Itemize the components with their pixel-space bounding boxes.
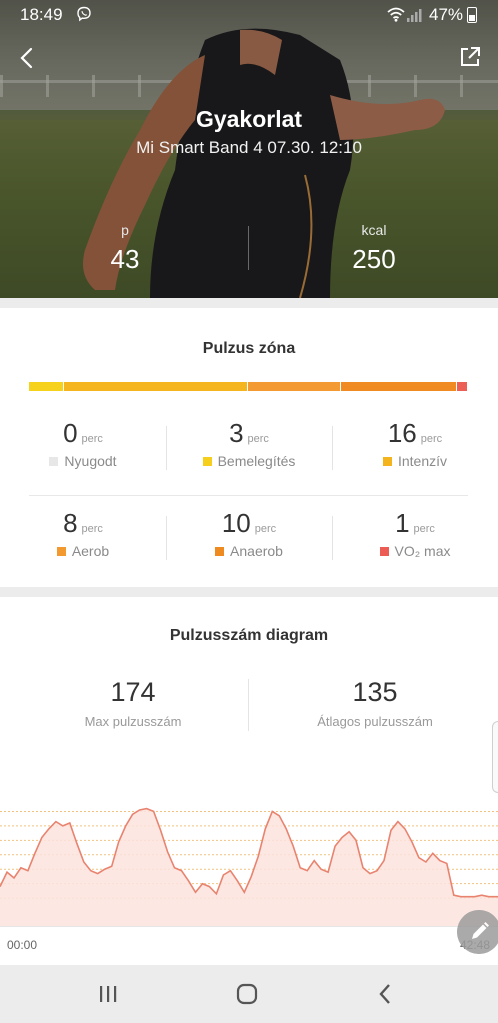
wifi-icon	[387, 7, 405, 22]
pulse-chart-plot	[0, 807, 498, 927]
chart-start-time: 00:00	[7, 938, 38, 952]
zone-name: Anaerob	[230, 543, 283, 559]
hero-stat-divider	[248, 226, 249, 270]
hero-stat-duration: p 43	[45, 222, 205, 275]
activity-detail-screen: 18:49 47% Gyakorlat Mi Smart Band 4 07.3…	[0, 0, 498, 1023]
home-icon[interactable]	[232, 979, 262, 1009]
zone-minutes: 16	[387, 418, 417, 448]
viber-icon	[77, 6, 91, 22]
zone-unit: perc	[81, 523, 103, 535]
scroll-handle[interactable]	[492, 721, 498, 793]
workout-title: Gyakorlat	[195, 106, 303, 132]
heart-zone-card: Pulzus zóna 0 perc Nyugodt 3 perc Bemelegí…	[0, 308, 498, 587]
zone-name: VO₂ max	[394, 543, 451, 559]
zone-unit: perc	[413, 523, 435, 535]
zone-bar-segment	[29, 382, 64, 391]
pulse-chart-title: Pulzusszám diagram	[169, 627, 329, 644]
hero-stat-value: 43	[110, 244, 140, 274]
zone-unit: perc	[420, 433, 443, 445]
back-arrow-icon[interactable]	[14, 44, 42, 72]
hero-stat-label: kcal	[361, 222, 387, 238]
zone-color-swatch	[215, 547, 225, 556]
zone-aerobic: 8 perc Aerob	[0, 508, 166, 559]
zone-name: Nyugodt	[64, 453, 117, 469]
zone-color-swatch	[382, 457, 392, 466]
pulse-stat-divider	[248, 679, 249, 731]
battery-icon	[467, 7, 477, 23]
pencil-icon[interactable]	[457, 910, 498, 954]
zone-intensive: 16 perc Intenzív	[332, 418, 498, 469]
heart-zone-title: Pulzus zóna	[202, 340, 296, 357]
zone-row: 0 perc Nyugodt 3 perc Bemelegítés 16 perc I…	[0, 418, 498, 490]
zone-warmup: 3 perc Bemelegítés	[166, 418, 332, 469]
avg-pulse-value: 135	[352, 677, 398, 707]
max-pulse-label: Max pulzusszám	[84, 714, 182, 729]
zone-unit: perc	[81, 433, 103, 445]
nav-back-icon[interactable]	[371, 979, 401, 1009]
zone-name: Intenzív	[397, 453, 448, 469]
zone-name: Bemelegítés	[217, 453, 296, 469]
status-bar: 18:49 47%	[0, 0, 498, 30]
avg-pulse-stat: 135 Átlagos pulzusszám	[275, 677, 475, 729]
zone-unit: perc	[254, 523, 277, 535]
zone-row: 8 perc Aerob 10 perc Anaerob 1 perc VO₂ max	[0, 508, 498, 580]
zone-bar-segment	[64, 382, 248, 391]
zone-color-swatch	[56, 547, 66, 556]
zone-minutes: 1	[395, 508, 410, 538]
hero-stat-value: 250	[352, 244, 396, 274]
zone-minutes: 3	[229, 418, 244, 448]
zone-vo2max: 1 perc VO₂ max	[332, 508, 498, 559]
recent-apps-icon[interactable]	[93, 979, 123, 1009]
zone-color-swatch	[379, 547, 389, 556]
hero-stat-label: p	[121, 222, 129, 238]
battery-percent: 47%	[429, 5, 464, 24]
workout-device-date: Mi Smart Band 4 07.30. 12:10	[136, 138, 362, 157]
pulse-chart-card: Pulzusszám diagram 174 Max pulzusszám 13…	[0, 597, 498, 965]
zone-minutes: 0	[63, 418, 78, 448]
system-nav-bar	[0, 965, 498, 1023]
zone-name: Aerob	[71, 543, 110, 559]
zone-bar-segment	[457, 382, 467, 391]
zone-anaerobic: 10 perc Anaerob	[166, 508, 332, 559]
zone-minutes: 10	[221, 508, 251, 538]
zone-rest: 0 perc Nyugodt	[0, 418, 166, 469]
zone-color-swatch	[49, 457, 59, 466]
signal-strength-icon	[407, 9, 422, 22]
hero-stat-calories: kcal 250	[294, 222, 454, 275]
max-pulse-value: 174	[110, 677, 156, 707]
status-time: 18:49	[20, 5, 63, 24]
zone-unit: perc	[247, 433, 269, 445]
max-pulse-stat: 174 Max pulzusszám	[33, 677, 233, 729]
avg-pulse-label: Átlagos pulzusszám	[317, 714, 433, 729]
zone-bar-segment	[248, 382, 340, 391]
zone-minutes: 8	[63, 508, 78, 538]
share-icon[interactable]	[458, 45, 482, 69]
zone-bar-segment	[340, 382, 456, 391]
zone-row-divider	[29, 495, 468, 496]
workout-hero-banner: 18:49 47% Gyakorlat Mi Smart Band 4 07.3…	[0, 0, 498, 298]
heart-zone-bar	[29, 382, 468, 391]
zone-color-swatch	[202, 457, 212, 466]
